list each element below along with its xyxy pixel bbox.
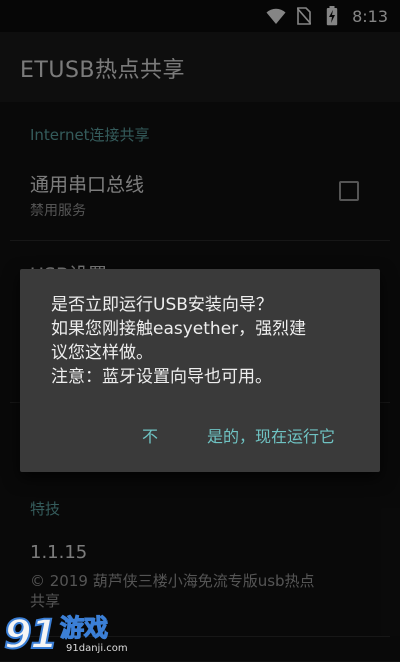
svg-text:游戏: 游戏 [60,614,108,642]
dialog-message: 是否立即运行USB安装向导？ 如果您刚接触easyether，强烈建 议您这样做… [51,293,351,389]
dialog-message-line: 是否立即运行USB安装向导？ [51,295,273,315]
dialog-message-line: 注意：蓝牙设置向导也可用。 [51,367,272,387]
watermark-logo: 9 1 游戏 91danji.com [2,608,142,659]
dialog-no-button[interactable]: 不 [142,423,158,447]
svg-text:1: 1 [30,612,58,658]
usb-wizard-dialog: 是否立即运行USB安装向导？ 如果您刚接触easyether，强烈建 议您这样做… [20,269,380,472]
svg-text:91danji.com: 91danji.com [66,643,128,654]
svg-text:9: 9 [4,612,32,658]
dialog-yes-run-button[interactable]: 是的，现在运行它 [207,423,335,447]
dialog-message-line: 议您这样做。 [51,343,153,363]
dialog-message-line: 如果您刚接触easyether，强烈建 [51,319,307,339]
